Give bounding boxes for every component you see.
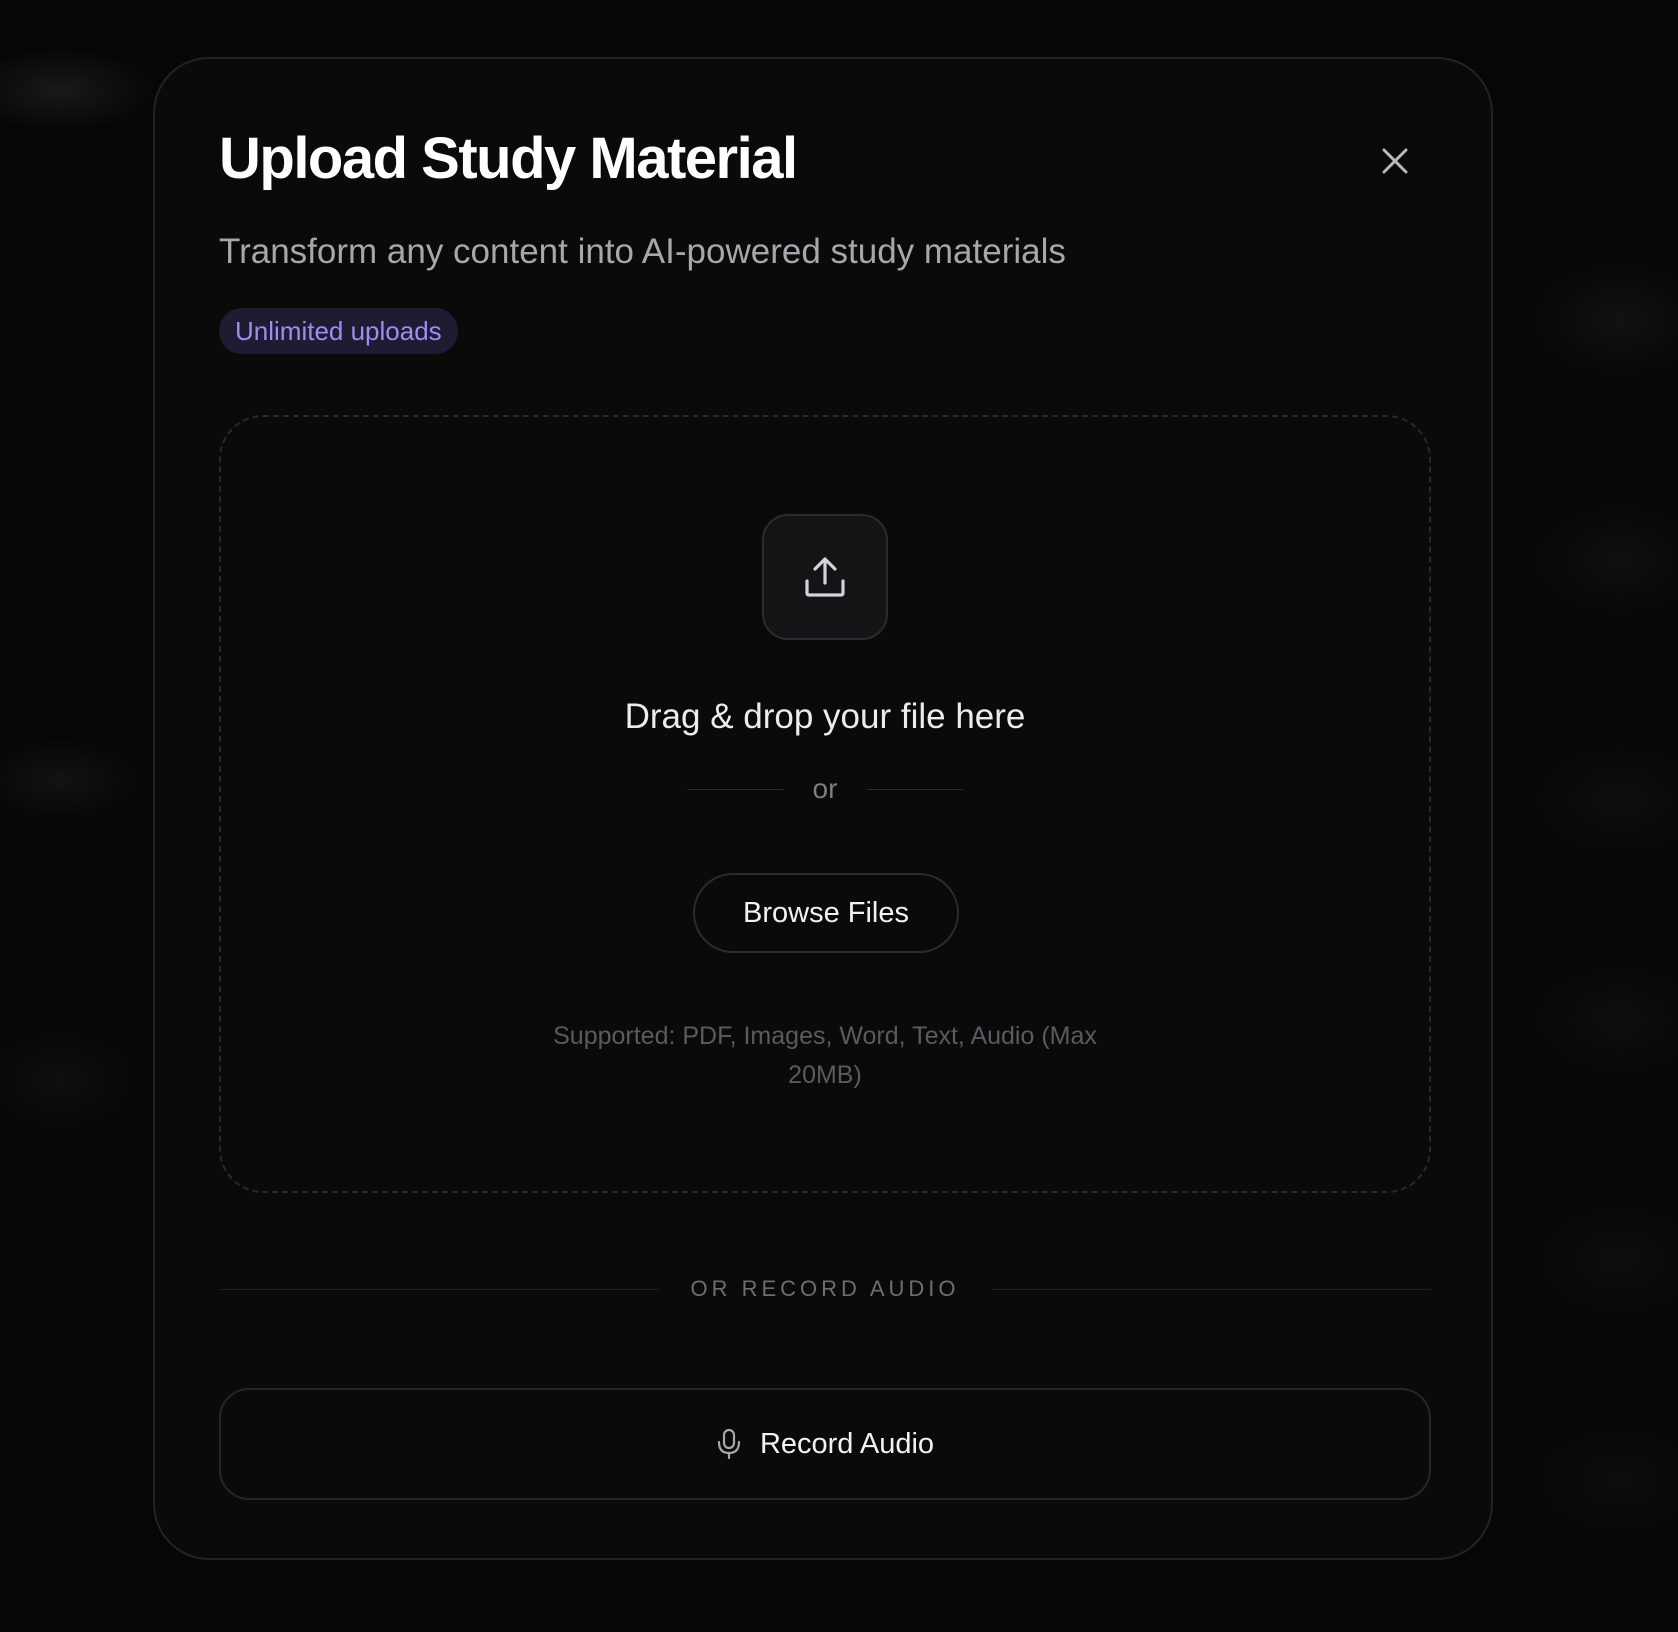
or-line-left [686, 788, 783, 790]
microphone-icon [717, 1428, 741, 1460]
plan-badge: Unlimited uploads [219, 308, 458, 354]
modal-title: Upload Study Material [219, 126, 798, 191]
close-button[interactable] [1373, 139, 1417, 183]
dropzone-heading: Drag & drop your file here [624, 697, 1026, 736]
modal-subtitle: Transform any content into AI-powered st… [219, 232, 1066, 271]
record-divider: OR RECORD AUDIO [219, 1276, 1431, 1302]
file-dropzone[interactable]: Drag & drop your file here or Browse Fil… [219, 415, 1431, 1193]
record-audio-button[interactable]: Record Audio [219, 1388, 1431, 1500]
close-icon [1382, 148, 1408, 174]
divider-label: OR RECORD AUDIO [690, 1276, 960, 1301]
or-label: or [812, 773, 838, 804]
upload-modal: Upload Study Material Transform any cont… [153, 57, 1493, 1560]
or-line-right [867, 788, 964, 790]
upload-icon-container [762, 514, 888, 640]
divider-line-right [991, 1288, 1431, 1290]
divider-line-left [219, 1288, 659, 1290]
supported-formats-text: Supported: PDF, Images, Word, Text, Audi… [553, 1022, 1097, 1089]
or-separator: or [221, 773, 1429, 805]
browse-files-button[interactable]: Browse Files [693, 873, 959, 953]
upload-icon [805, 557, 845, 597]
record-audio-label: Record Audio [759, 1427, 935, 1460]
